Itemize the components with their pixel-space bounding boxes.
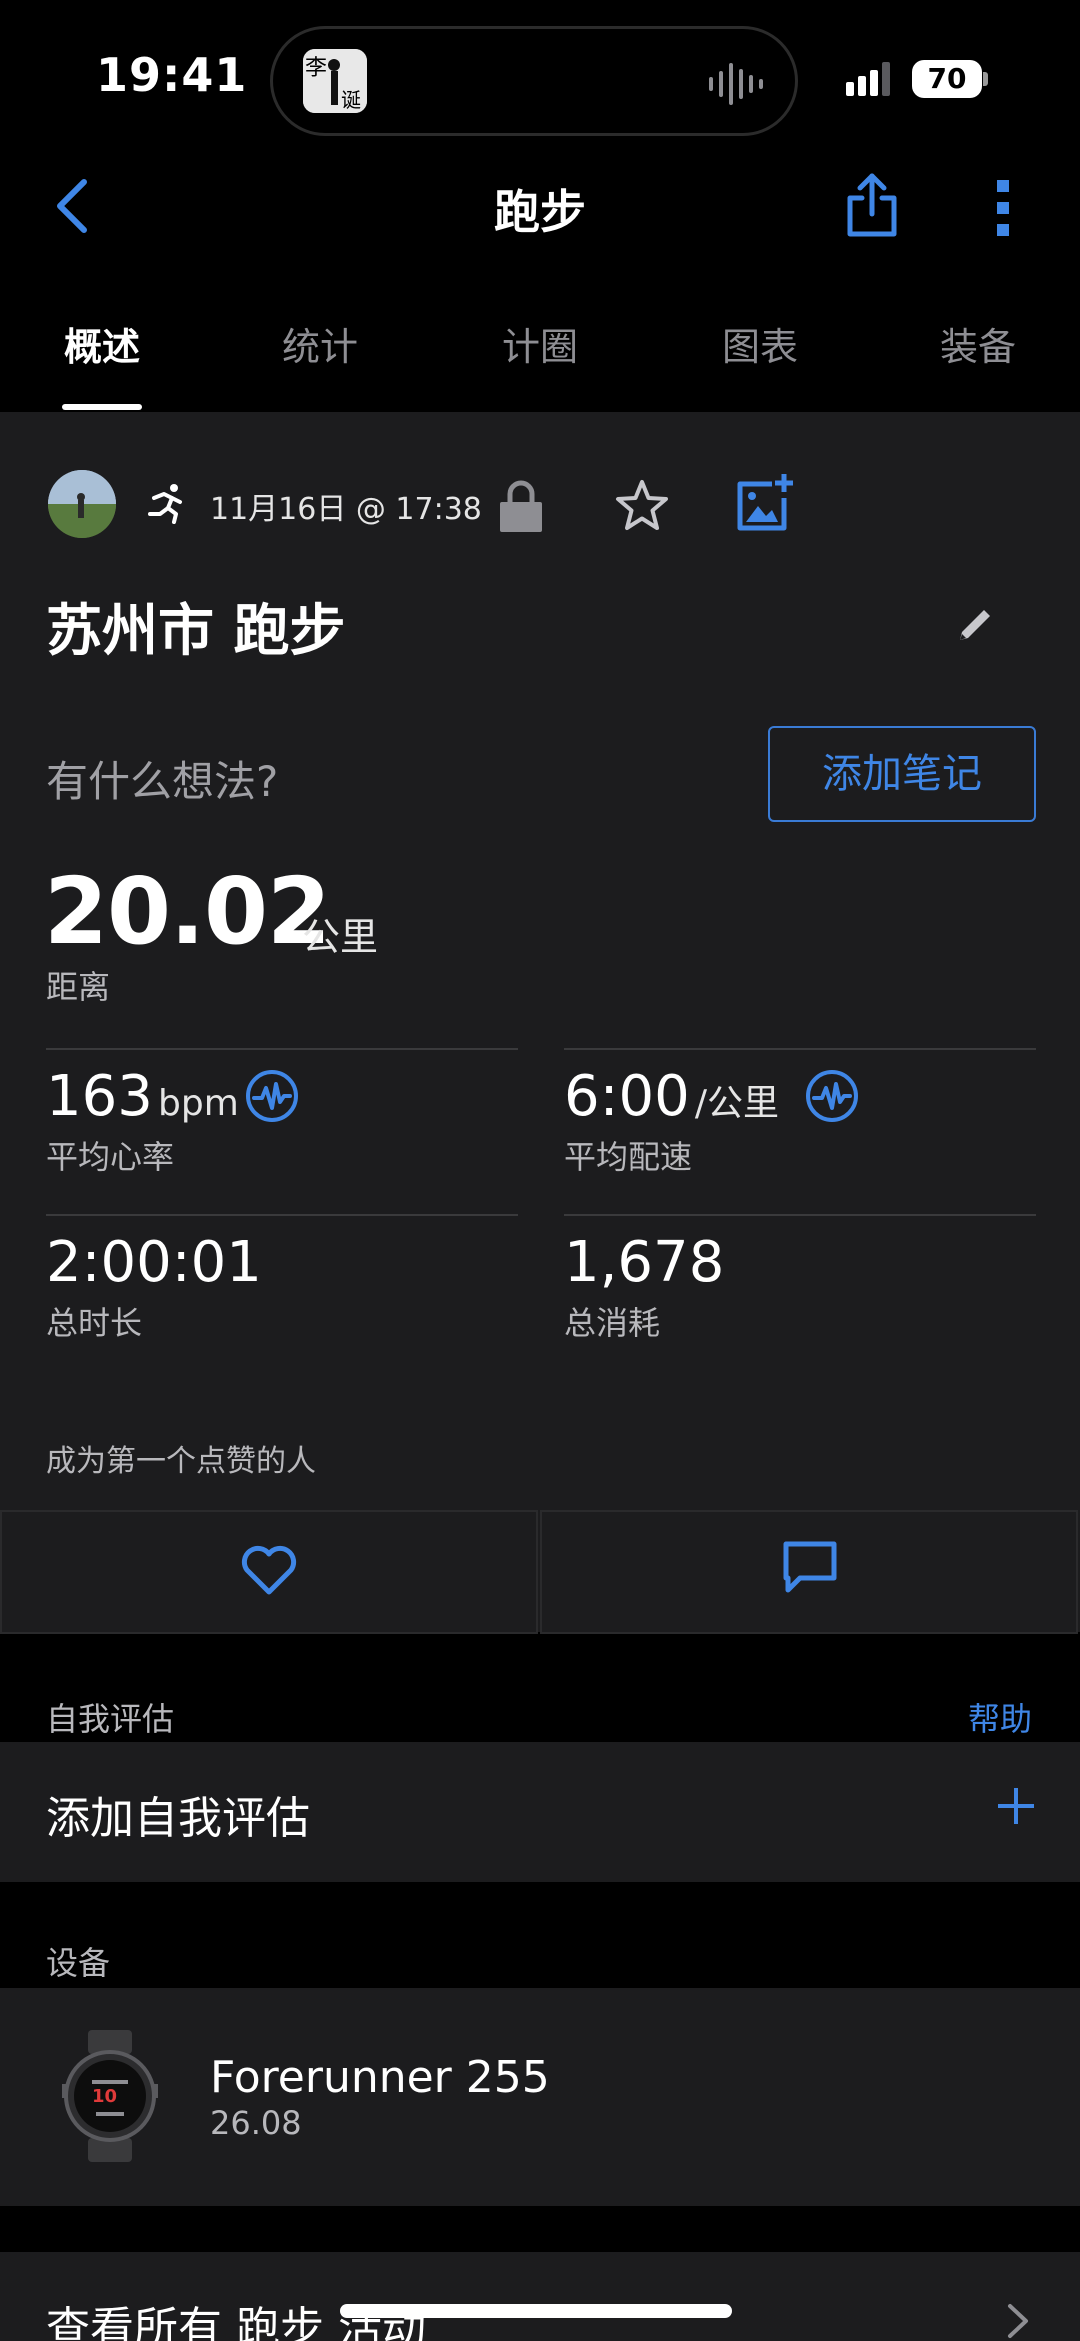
dynamic-island[interactable]: 李 诞 [270, 26, 798, 136]
add-self-eval-label: 添加自我评估 [46, 1793, 310, 1844]
avg-heart-rate-stat[interactable]: 163 bpm [46, 1064, 239, 1129]
share-icon[interactable] [846, 172, 898, 238]
battery-indicator: 70 [912, 60, 982, 98]
stat-value: 163 [46, 1064, 153, 1129]
heart-rate-icon[interactable] [244, 1068, 300, 1124]
likes-hint: 成为第一个点赞的人 [46, 1444, 316, 1479]
plus-icon[interactable] [996, 1786, 1036, 1826]
device-version: 26.08 [210, 2104, 302, 2142]
stat-unit: bpm [157, 1083, 239, 1124]
svg-text:10: 10 [92, 2086, 117, 2107]
divider [564, 1214, 1036, 1216]
chevron-right-icon[interactable] [1006, 2302, 1030, 2340]
stat-value: 1,678 [564, 1230, 725, 1295]
cellular-signal-icon [846, 62, 890, 96]
more-vertical-icon[interactable] [996, 180, 1010, 236]
battery-tip [983, 72, 988, 86]
activity-datetime: 11月16日 @ 17:38 [210, 492, 482, 527]
running-icon [148, 484, 182, 524]
heart-rate-icon[interactable] [804, 1068, 860, 1124]
heart-icon[interactable] [240, 1544, 298, 1596]
device-section-label: 设备 [46, 1944, 111, 1982]
self-eval-section-label: 自我评估 [46, 1700, 175, 1738]
distance-value: 20.02 [44, 858, 331, 965]
avatar[interactable] [48, 470, 116, 538]
total-calories-stat: 1,678 [564, 1230, 724, 1295]
audio-waveform-icon [709, 63, 763, 105]
stat-label: 平均心率 [46, 1138, 175, 1176]
activity-detail-screen: 19:41 李 诞 70 跑步 概述 统计 计圈 图表 装备 11月16日 @ … [0, 0, 1080, 2341]
divider [46, 1048, 518, 1050]
tab-laps[interactable]: 计圈 [470, 316, 610, 371]
active-tab-indicator [62, 404, 142, 410]
stat-label: 总消耗 [564, 1304, 661, 1342]
stat-unit: /公里 [694, 1083, 779, 1124]
avg-pace-stat[interactable]: 6:00 /公里 [564, 1064, 779, 1129]
device-name: Forerunner 255 [210, 2052, 550, 2103]
divider [46, 1214, 518, 1216]
tab-overview[interactable]: 概述 [32, 316, 172, 371]
tab-gear[interactable]: 装备 [908, 316, 1048, 371]
help-link[interactable]: 帮助 [968, 1694, 1032, 1740]
total-time-stat: 2:00:01 [46, 1230, 262, 1295]
activity-title: 苏州市 跑步 [46, 599, 346, 664]
tab-charts[interactable]: 图表 [690, 316, 830, 371]
add-note-button[interactable]: 添加笔记 [768, 726, 1036, 822]
watch-icon: 10 [62, 2030, 158, 2162]
home-indicator[interactable] [340, 2304, 732, 2318]
lock-icon[interactable] [498, 478, 544, 534]
svg-text:诞: 诞 [341, 88, 361, 112]
distance-label: 距离 [46, 968, 111, 1006]
divider [564, 1048, 1036, 1050]
svg-text:李: 李 [305, 56, 327, 81]
add-photo-icon[interactable] [736, 472, 794, 532]
pencil-icon[interactable] [956, 604, 996, 644]
stat-value: 2:00:01 [46, 1230, 262, 1295]
star-icon[interactable] [614, 478, 670, 534]
stat-label: 总时长 [46, 1304, 143, 1342]
stat-value: 6:00 [564, 1064, 690, 1129]
stat-label: 平均配速 [564, 1138, 693, 1176]
comment-icon[interactable] [782, 1540, 838, 1594]
status-time: 19:41 [96, 48, 248, 102]
page-title: 跑步 [494, 185, 586, 239]
distance-unit: 公里 [302, 915, 379, 959]
island-app-avatar: 李 诞 [303, 49, 367, 113]
tab-stats[interactable]: 统计 [250, 316, 390, 371]
thoughts-prompt[interactable]: 有什么想法? [46, 748, 278, 809]
